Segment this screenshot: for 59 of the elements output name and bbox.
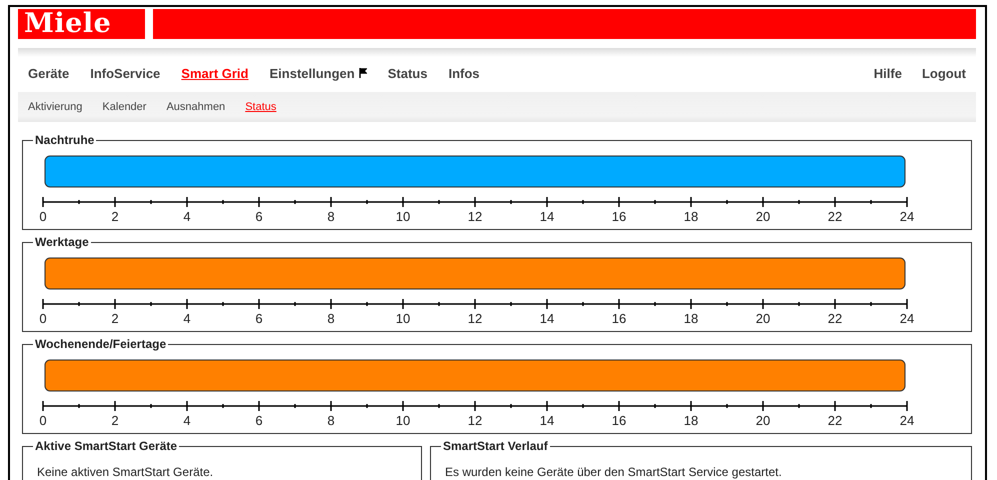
- axis-label: 8: [327, 413, 335, 428]
- axis-label: 2: [111, 311, 119, 326]
- axis-label: 14: [540, 413, 554, 428]
- nav-link[interactable]: Status: [388, 60, 428, 80]
- panel-title: Wochenende/Feiertage: [34, 338, 168, 350]
- axis-label: 18: [684, 413, 698, 428]
- axis-label: 16: [612, 311, 626, 326]
- axis-label: 10: [396, 413, 410, 428]
- axis-label: 4: [183, 311, 191, 326]
- panel-title: SmartStart Verlauf: [442, 440, 549, 452]
- axis-label: 2: [111, 209, 119, 224]
- nav-link[interactable]: Geräte: [28, 60, 70, 80]
- axis-label: 14: [540, 311, 554, 326]
- axis-label: 24: [900, 413, 914, 428]
- axis-label: 2: [111, 413, 119, 428]
- axis-label: 0: [39, 209, 47, 224]
- panel-text: Es wurden keine Geräte über den SmartStart Service gestartet.: [445, 465, 783, 479]
- axis-label: 18: [684, 209, 698, 224]
- subnav-link[interactable]: Ausnahmen: [166, 101, 226, 113]
- axis-label: 16: [612, 413, 626, 428]
- axis-label: 24: [900, 311, 914, 326]
- axis-label: 10: [396, 209, 410, 224]
- nav-link[interactable]: Smart Grid: [181, 60, 248, 80]
- subnav-link[interactable]: Kalender: [102, 101, 146, 113]
- axis-label: 24: [900, 209, 914, 224]
- axis-label: 6: [255, 413, 263, 428]
- panel-title: Nachtruhe: [34, 134, 96, 146]
- axis-label: 20: [756, 209, 770, 224]
- axis-label: 4: [183, 209, 191, 224]
- nav-link[interactable]: InfoService: [90, 60, 160, 80]
- axis-label: 22: [828, 311, 842, 326]
- subnav-link[interactable]: Status: [245, 101, 276, 113]
- panel-text: Keine aktiven SmartStart Geräte.: [37, 465, 214, 479]
- subnav-link[interactable]: Aktivierung: [28, 101, 82, 113]
- axis-label: 22: [828, 209, 842, 224]
- panel-title: Aktive SmartStart Geräte: [34, 440, 178, 452]
- panel-title: Werktage: [34, 236, 90, 248]
- axis-label: 12: [468, 413, 482, 428]
- axis-label: 12: [468, 209, 482, 224]
- nav-link[interactable]: Hilfe: [874, 60, 902, 80]
- axis-label: 22: [828, 413, 842, 428]
- axis-label: 16: [612, 209, 626, 224]
- nav-link[interactable]: Infos: [448, 60, 480, 80]
- axis-label: 0: [39, 413, 47, 428]
- axis-label: 8: [327, 311, 335, 326]
- nav-link[interactable]: Logout: [922, 60, 966, 80]
- axis-label: 20: [756, 311, 770, 326]
- axis-label: 6: [255, 311, 263, 326]
- axis-label: 10: [396, 311, 410, 326]
- axis-label: 12: [468, 311, 482, 326]
- axis-label: 8: [327, 209, 335, 224]
- axis-label: 14: [540, 209, 554, 224]
- nav-link[interactable]: Einstellungen: [269, 60, 367, 80]
- logo[interactable]: Miele: [18, 9, 145, 39]
- axis-label: 20: [756, 413, 770, 428]
- axis-label: 6: [255, 209, 263, 224]
- axis-label: 0: [39, 311, 47, 326]
- axis-label: 18: [684, 311, 698, 326]
- axis-label: 4: [183, 413, 191, 428]
